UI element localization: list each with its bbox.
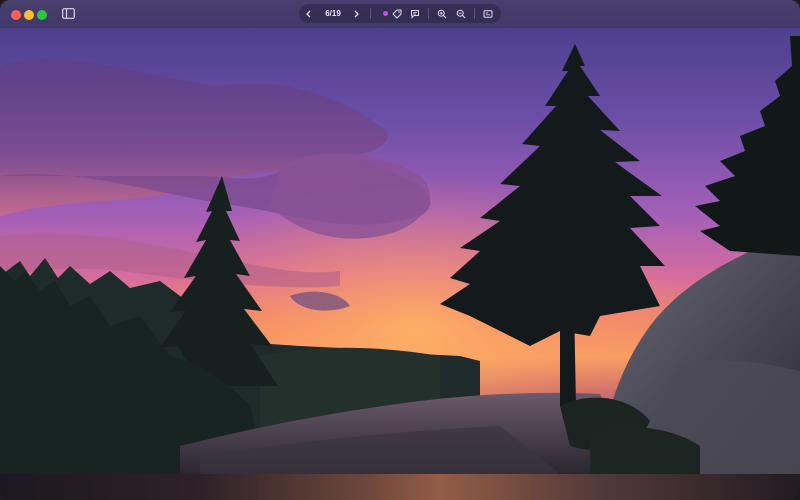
toolbar-divider	[370, 8, 371, 19]
filmstrip-bar	[0, 474, 800, 500]
zoom-out-button[interactable]	[454, 4, 468, 23]
tag-icon	[392, 9, 402, 19]
sidebar-toggle-icon[interactable]	[62, 8, 75, 19]
tag-button[interactable]	[390, 4, 404, 23]
comment-icon	[411, 9, 419, 19]
toolbar-divider	[474, 8, 475, 19]
next-image-button[interactable]	[350, 4, 362, 23]
image-viewer-window: 6/19	[0, 0, 800, 500]
sunset-forest-photo	[0, 26, 800, 474]
toolbar-divider	[428, 8, 429, 19]
tag-color-dot[interactable]	[380, 4, 390, 23]
zoom-window-button[interactable]	[37, 10, 47, 20]
minimize-window-button[interactable]	[24, 10, 34, 20]
chevron-right-icon	[354, 10, 359, 17]
tag-color-swatch	[382, 11, 388, 16]
zoom-out-icon	[456, 9, 466, 18]
title-bar: 6/19	[0, 0, 800, 28]
previous-image-button[interactable]	[303, 4, 315, 23]
zoom-in-icon	[437, 9, 447, 18]
page-counter: 6/19	[325, 9, 341, 18]
close-window-button[interactable]	[11, 10, 21, 20]
info-icon	[483, 9, 493, 18]
comment-button[interactable]	[408, 4, 422, 23]
zoom-in-button[interactable]	[435, 4, 449, 23]
chevron-left-icon	[306, 10, 311, 17]
info-button[interactable]	[481, 4, 495, 23]
